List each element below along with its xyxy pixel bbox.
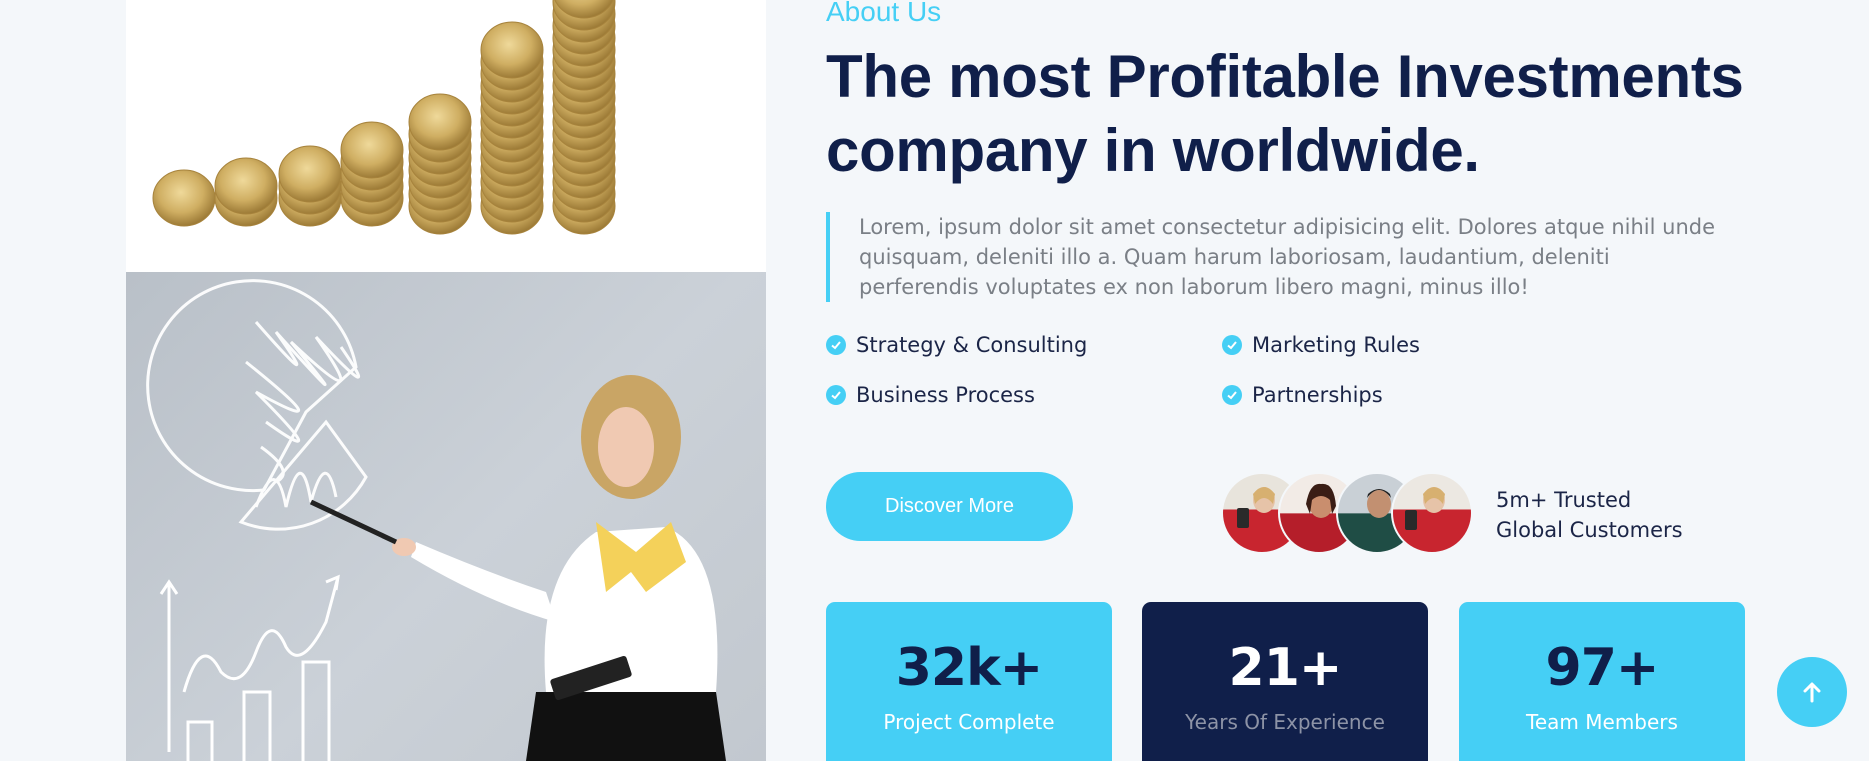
feature-label: Strategy & Consulting	[856, 333, 1088, 357]
stat-value: 32k+	[895, 638, 1044, 698]
coin	[278, 145, 342, 203]
about-section: About Us The most Profitable Investments…	[0, 0, 1869, 761]
coin	[214, 157, 278, 215]
feature-label: Business Process	[856, 383, 1035, 407]
avatar	[1391, 472, 1473, 554]
discover-more-button[interactable]: Discover More	[826, 472, 1073, 541]
trusted-customers-text: 5m+ Trusted Global Customers	[1496, 485, 1683, 545]
feature-item: Partnerships	[1222, 383, 1522, 407]
coins-stack-image	[126, 0, 766, 272]
arrow-up-icon	[1803, 682, 1821, 703]
coin	[152, 169, 216, 227]
section-title: The most Profitable Investments company …	[826, 40, 1786, 188]
trusted-line-2: Global Customers	[1496, 518, 1683, 542]
businesswoman-presenting-image	[126, 272, 766, 761]
check-circle-icon	[1222, 385, 1242, 405]
feature-item: Marketing Rules	[1222, 333, 1522, 357]
trusted-line-1: 5m+ Trusted	[1496, 488, 1632, 512]
scroll-to-top-button[interactable]	[1777, 657, 1847, 727]
stat-card-projects: 32k+ Project Complete	[826, 602, 1112, 761]
coin	[480, 21, 544, 79]
stat-value: 97+	[1545, 638, 1660, 698]
title-line-2: company in worldwide.	[826, 117, 1480, 184]
stat-card-experience: 21+ Years Of Experience	[1142, 602, 1428, 761]
stat-label: Years Of Experience	[1185, 710, 1385, 734]
coin	[340, 121, 404, 179]
customer-avatar-group	[1221, 472, 1473, 554]
check-circle-icon	[826, 385, 846, 405]
feature-label: Partnerships	[1252, 383, 1383, 407]
title-line-1: The most Profitable Investments	[826, 43, 1744, 110]
feature-item: Business Process	[826, 383, 1222, 407]
feature-item: Strategy & Consulting	[826, 333, 1222, 357]
stat-label: Team Members	[1526, 710, 1678, 734]
stat-value: 21+	[1228, 638, 1343, 698]
feature-label: Marketing Rules	[1252, 333, 1420, 357]
stat-label: Project Complete	[883, 710, 1055, 734]
feature-list: Strategy & Consulting Marketing Rules Bu…	[826, 333, 1526, 407]
coin	[408, 93, 472, 151]
check-circle-icon	[826, 335, 846, 355]
about-description: Lorem, ipsum dolor sit amet consectetur …	[826, 212, 1726, 302]
section-kicker: About Us	[826, 0, 942, 27]
check-circle-icon	[1222, 335, 1242, 355]
stat-card-team: 97+ Team Members	[1459, 602, 1745, 761]
